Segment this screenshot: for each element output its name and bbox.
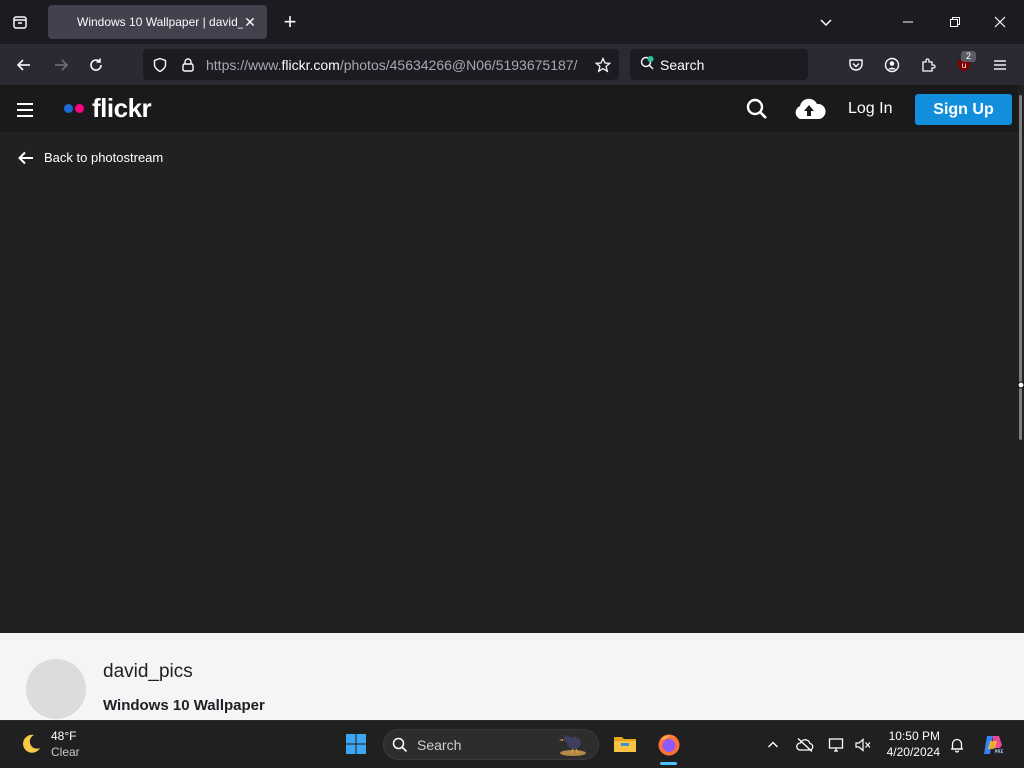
active-app-indicator xyxy=(660,762,677,765)
new-tab-icon[interactable]: + xyxy=(280,9,300,34)
close-tab-icon[interactable]: ✕ xyxy=(241,13,259,31)
logo-dot-pink xyxy=(75,104,84,113)
extension-badge: 2 xyxy=(961,51,976,62)
resize-handle-icon[interactable] xyxy=(1014,378,1024,392)
url-text[interactable]: https://www.flickr.com/photos/45634266@N… xyxy=(206,57,584,73)
back-icon[interactable] xyxy=(14,55,34,75)
windows-start-icon[interactable] xyxy=(344,732,368,756)
browser-tab[interactable]: Windows 10 Wallpaper | david_pics | Flic… xyxy=(48,5,267,39)
photo-viewer xyxy=(0,85,1018,633)
notification-bell-icon[interactable] xyxy=(947,735,967,755)
author-name[interactable]: david_pics xyxy=(103,661,193,683)
moon-weather-icon[interactable] xyxy=(19,732,43,756)
browser-search-bar[interactable] xyxy=(630,49,808,80)
flickr-logo[interactable]: flickr xyxy=(92,93,152,124)
minimize-icon[interactable] xyxy=(898,12,918,32)
copilot-icon[interactable]: PRE xyxy=(980,732,1006,758)
weather-condition: Clear xyxy=(51,745,80,759)
display-icon[interactable] xyxy=(827,735,847,755)
pocket-icon[interactable] xyxy=(846,55,866,75)
login-link[interactable]: Log In xyxy=(848,100,892,118)
search-icon[interactable] xyxy=(745,97,769,121)
back-label: Back to photostream xyxy=(44,150,164,165)
file-explorer-icon[interactable] xyxy=(612,732,638,756)
upload-cloud-icon[interactable] xyxy=(792,96,826,122)
chevron-down-icon[interactable] xyxy=(816,12,836,32)
signup-button[interactable]: Sign Up xyxy=(915,94,1012,125)
url-prefix: https://www. xyxy=(206,57,282,73)
clock-date[interactable]: 4/20/2024 xyxy=(880,745,940,759)
clock-time[interactable]: 10:50 PM xyxy=(880,729,940,743)
svg-text:PRE: PRE xyxy=(995,749,1004,755)
browser-search-placeholder: Search xyxy=(660,57,705,73)
reload-icon[interactable] xyxy=(86,55,106,75)
hamburger-icon[interactable] xyxy=(14,99,36,121)
bird-illustration-icon xyxy=(556,730,590,758)
shield-icon[interactable] xyxy=(150,55,170,75)
tab-list-icon[interactable] xyxy=(10,12,30,32)
taskbar-search-icon xyxy=(391,736,409,754)
taskbar-search-placeholder: Search xyxy=(417,737,462,753)
avatar[interactable] xyxy=(26,659,86,719)
lock-icon[interactable] xyxy=(178,55,198,75)
account-icon[interactable] xyxy=(882,55,902,75)
logo-dot-blue xyxy=(64,104,73,113)
firefox-icon[interactable] xyxy=(656,732,682,758)
close-window-icon[interactable] xyxy=(990,12,1010,32)
extensions-icon[interactable] xyxy=(918,55,938,75)
weather-temperature: 48°F xyxy=(51,729,77,743)
photo-title: Windows 10 Wallpaper xyxy=(103,697,265,714)
arrow-left-icon xyxy=(18,151,34,165)
search-engine-icon[interactable] xyxy=(638,54,656,72)
url-domain: flickr.com xyxy=(281,57,340,73)
cloud-offline-icon[interactable] xyxy=(795,735,815,755)
restore-icon[interactable] xyxy=(945,12,965,32)
tab-title: Windows 10 Wallpaper | david_pics | Flic… xyxy=(77,15,243,29)
bookmark-star-icon[interactable] xyxy=(593,55,613,75)
svg-text:u: u xyxy=(961,61,966,70)
menu-icon[interactable] xyxy=(990,55,1010,75)
volume-muted-icon[interactable] xyxy=(853,735,873,755)
forward-icon[interactable] xyxy=(51,55,71,75)
back-to-photostream-link[interactable]: Back to photostream xyxy=(18,150,163,165)
chevron-up-icon[interactable] xyxy=(764,736,782,754)
url-path: /photos/45634266@N06/5193675187/ xyxy=(339,57,578,73)
